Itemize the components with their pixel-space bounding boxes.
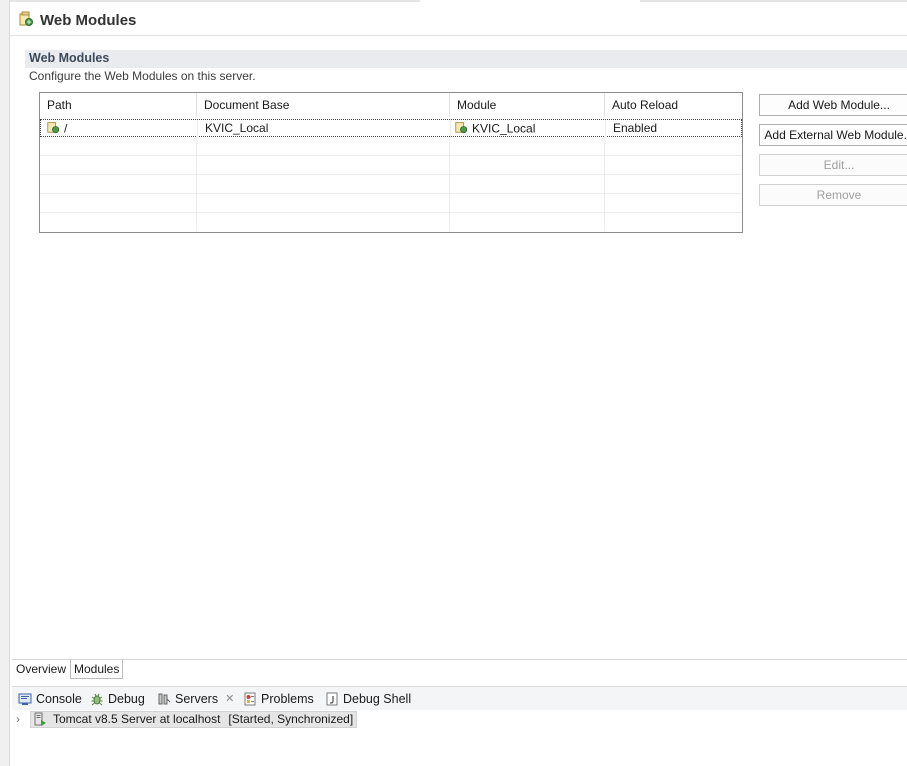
tab-servers-label: Servers bbox=[175, 692, 219, 706]
problems-icon bbox=[244, 692, 256, 706]
top-divider bbox=[10, 0, 420, 2]
server-icon bbox=[34, 712, 46, 726]
tab-debug-label: Debug bbox=[108, 692, 145, 706]
server-tree-item[interactable]: Tomcat v8.5 Server at localhost [Started… bbox=[30, 710, 358, 728]
column-header-auto-reload[interactable]: Auto Reload bbox=[605, 93, 742, 117]
table-row-empty bbox=[40, 137, 742, 156]
header-separator bbox=[10, 35, 907, 36]
column-header-module[interactable]: Module bbox=[450, 93, 605, 117]
web-modules-icon bbox=[18, 11, 34, 30]
remove-button[interactable]: Remove bbox=[759, 184, 907, 206]
add-external-web-module-button[interactable]: Add External Web Module... bbox=[759, 124, 907, 146]
empty-cell bbox=[197, 213, 450, 231]
empty-cell bbox=[40, 137, 197, 155]
bug-icon bbox=[91, 693, 103, 706]
server-status: [Started, Synchronized] bbox=[228, 712, 354, 726]
tab-problems[interactable]: Problems bbox=[243, 690, 314, 708]
section-description: Configure the Web Modules on this server… bbox=[29, 69, 256, 83]
java-shell-icon bbox=[326, 692, 338, 706]
close-icon[interactable]: ✕ bbox=[225, 690, 234, 708]
left-window-edge bbox=[0, 0, 10, 766]
top-divider-right bbox=[640, 0, 907, 2]
tab-modules[interactable]: Modules bbox=[70, 660, 124, 679]
cell-path: / bbox=[41, 120, 198, 138]
table-row-empty bbox=[40, 213, 742, 232]
table-row[interactable]: / KVIC_Local KVIC_Local Enabled bbox=[40, 119, 742, 138]
column-header-path[interactable]: Path bbox=[40, 93, 197, 117]
editor-title: Web Modules bbox=[40, 11, 137, 29]
server-name: Tomcat v8.5 Server at localhost bbox=[53, 712, 221, 726]
table-header: Path Document Base Module Auto Reload bbox=[40, 93, 742, 117]
console-icon bbox=[18, 693, 32, 705]
editor-page-tabs: Overview Modules bbox=[12, 659, 907, 680]
add-web-module-button[interactable]: Add Web Module... bbox=[759, 94, 907, 116]
tab-debug[interactable]: Debug bbox=[90, 690, 145, 708]
empty-cell bbox=[40, 175, 197, 193]
editor-header: Web Modules bbox=[18, 8, 136, 32]
table-row-empty bbox=[40, 194, 742, 213]
column-header-document-base[interactable]: Document Base bbox=[197, 93, 450, 117]
empty-cell bbox=[450, 137, 605, 155]
cell-auto-reload: Enabled bbox=[613, 121, 658, 135]
section-title: Web Modules bbox=[29, 51, 110, 65]
empty-cell bbox=[450, 156, 605, 174]
cell-module: KVIC_Local bbox=[451, 120, 606, 138]
empty-cell bbox=[40, 194, 197, 212]
tab-debug-shell-label: Debug Shell bbox=[343, 692, 412, 706]
module-value: KVIC_Local bbox=[472, 121, 536, 136]
bottom-view-tabs: Console Debug Servers ✕ Problems Debug S… bbox=[12, 686, 907, 710]
tab-servers[interactable]: Servers ✕ bbox=[157, 690, 234, 708]
empty-cell bbox=[40, 213, 197, 231]
tab-console-label: Console bbox=[36, 692, 82, 706]
empty-cell bbox=[450, 194, 605, 212]
servers-icon bbox=[158, 693, 171, 705]
cell-document-base: KVIC_Local bbox=[198, 120, 451, 138]
empty-cell bbox=[197, 175, 450, 193]
empty-cell bbox=[450, 175, 605, 193]
empty-cell bbox=[197, 156, 450, 174]
section-header-bar bbox=[25, 50, 907, 68]
edit-button[interactable]: Edit... bbox=[759, 154, 907, 176]
path-value: / bbox=[64, 121, 68, 136]
tab-overview[interactable]: Overview bbox=[13, 660, 69, 679]
server-tree-row[interactable]: › Tomcat v8.5 Server at localhost [Start… bbox=[16, 710, 358, 728]
table-row-empty bbox=[40, 156, 742, 175]
table-row-empty bbox=[40, 175, 742, 194]
tab-problems-label: Problems bbox=[261, 692, 314, 706]
empty-cell bbox=[197, 194, 450, 212]
empty-cell bbox=[450, 213, 605, 231]
tab-console[interactable]: Console bbox=[18, 690, 82, 708]
empty-cell bbox=[197, 137, 450, 155]
chevron-right-icon[interactable]: › bbox=[16, 712, 30, 726]
tab-debug-shell[interactable]: Debug Shell bbox=[325, 690, 411, 708]
empty-cell bbox=[40, 156, 197, 174]
web-modules-table[interactable]: Path Document Base Module Auto Reload / … bbox=[39, 92, 743, 233]
